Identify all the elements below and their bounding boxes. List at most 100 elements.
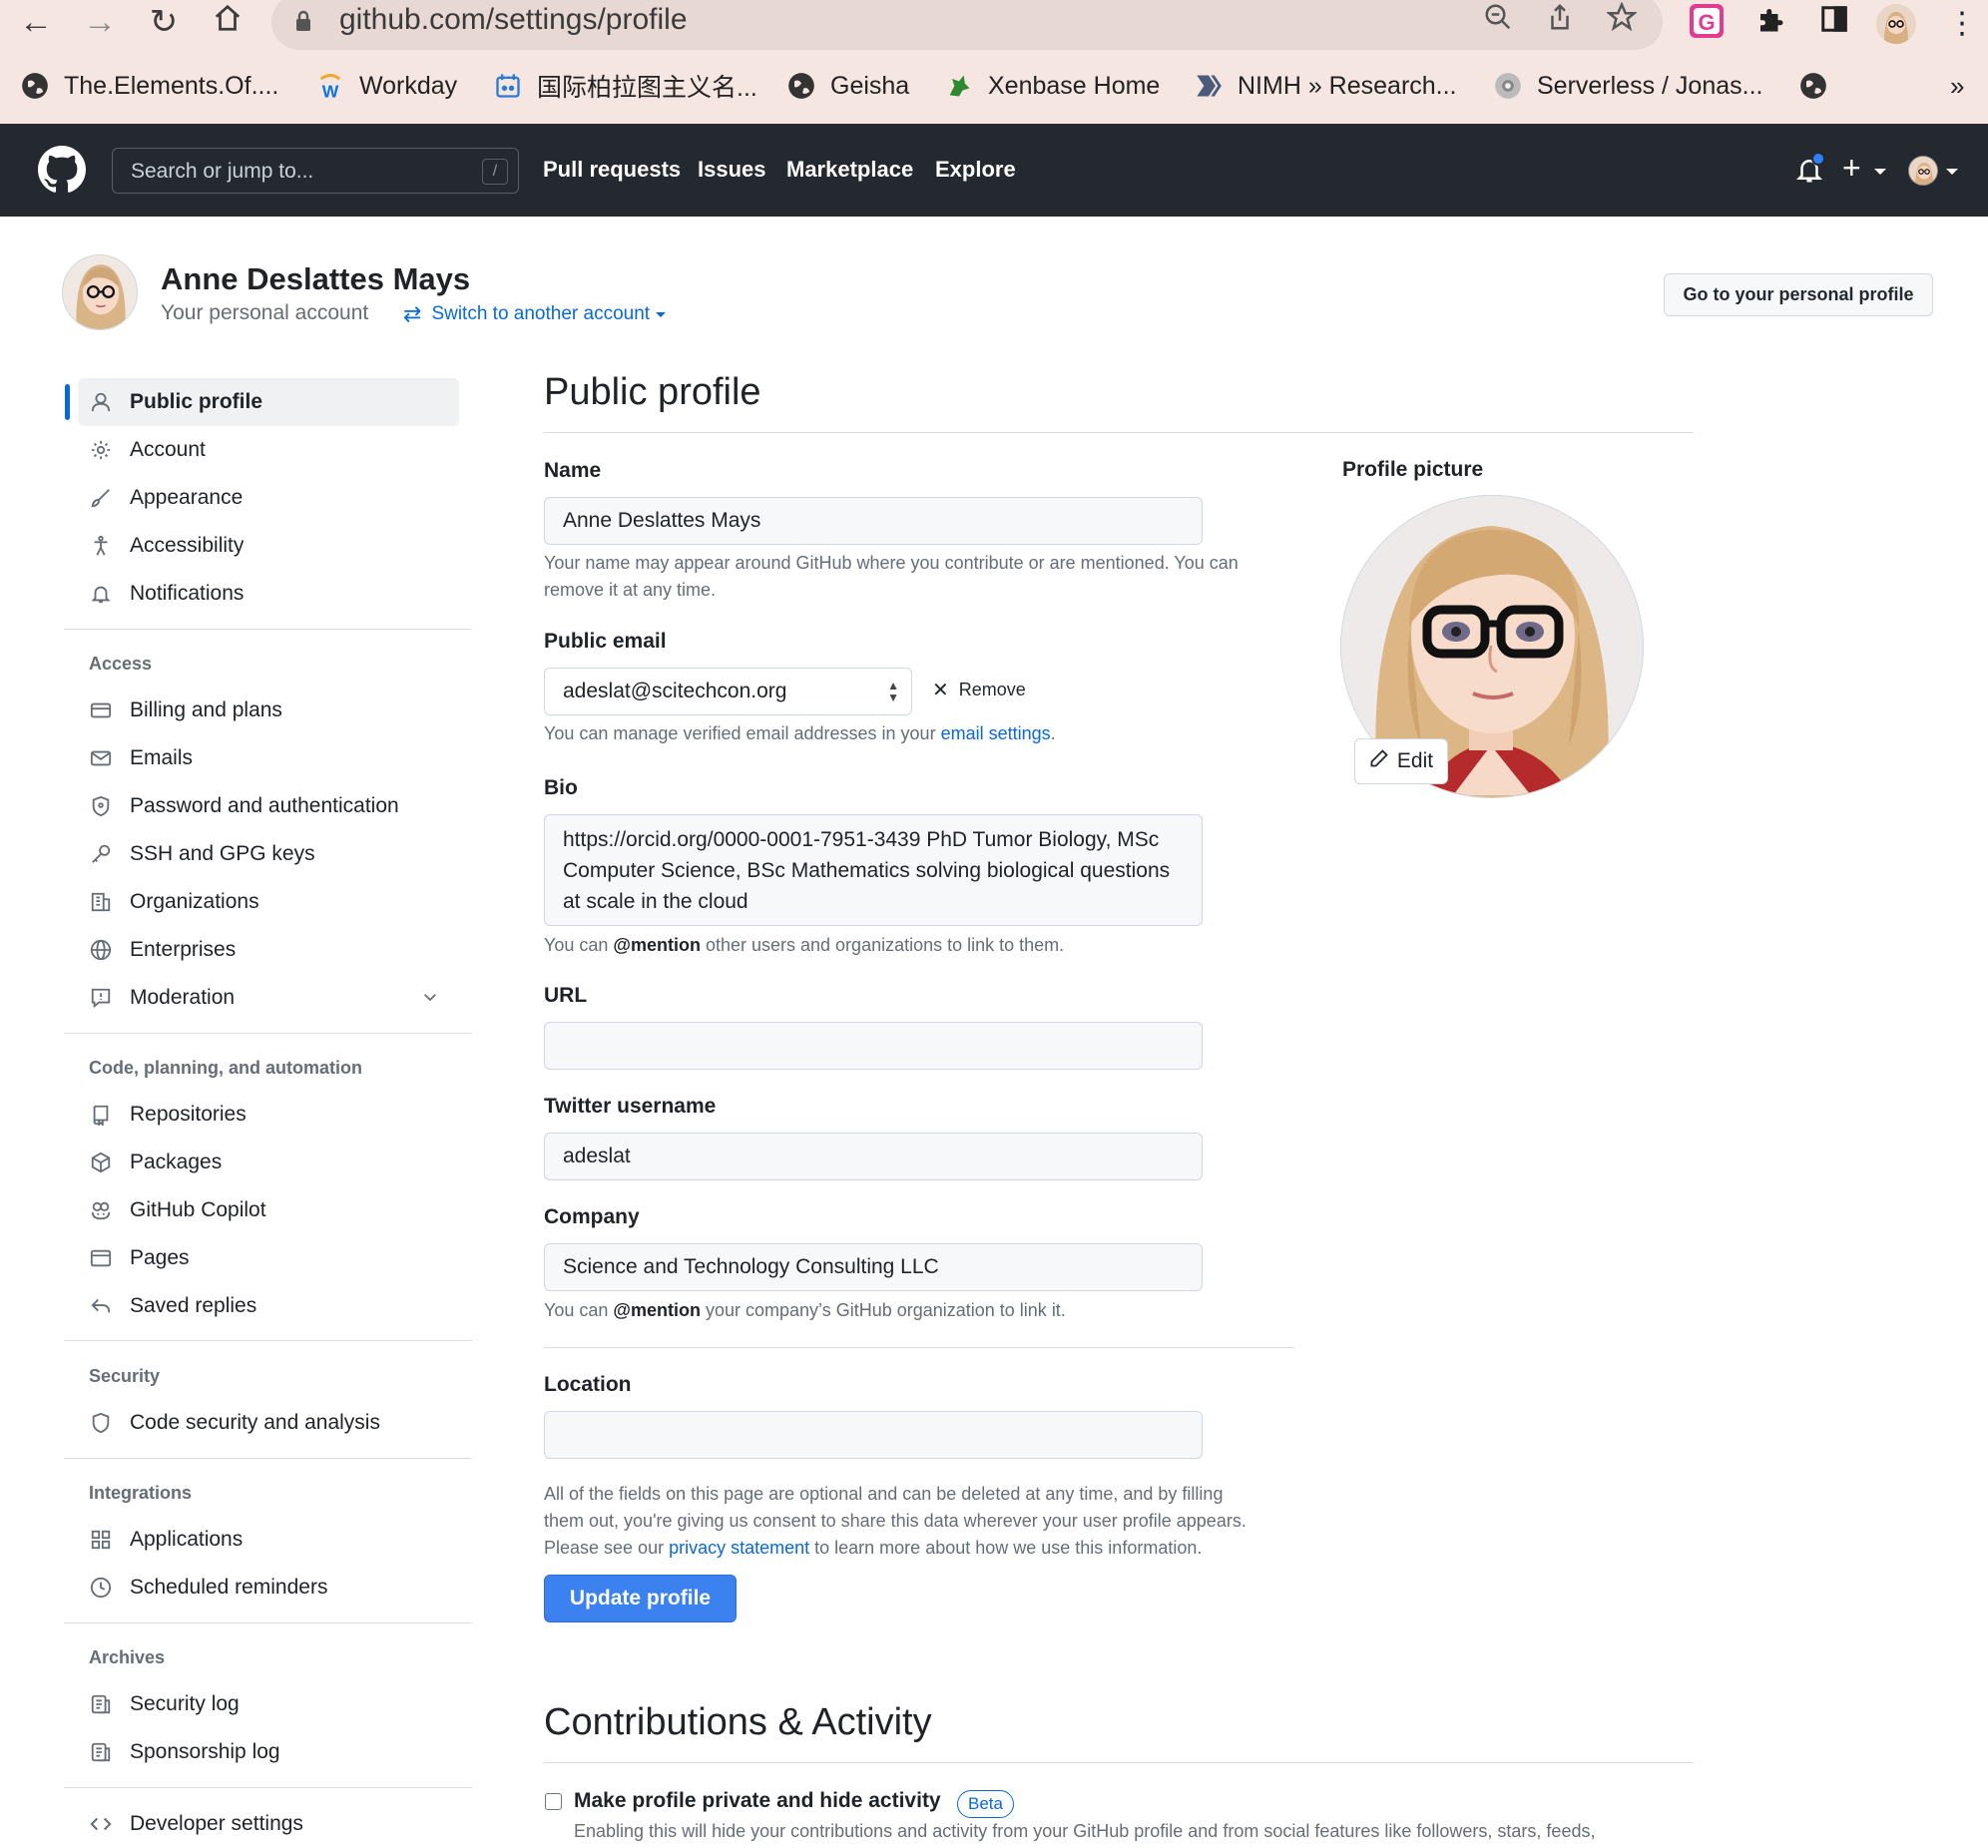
share-icon[interactable] — [1545, 2, 1575, 40]
zoom-icon[interactable] — [1483, 2, 1513, 40]
user-avatar[interactable] — [1908, 156, 1938, 186]
sidebar-item-copilot[interactable]: GitHub Copilot — [78, 1186, 459, 1234]
chevron-down-icon[interactable] — [421, 988, 439, 1012]
sidebar-item-sponsorship-log[interactable]: Sponsorship log — [78, 1728, 459, 1776]
location-label: Location — [544, 1373, 632, 1396]
bookmark-globe[interactable] — [1798, 68, 1842, 104]
sidebar-item-scheduled-reminders[interactable]: Scheduled reminders — [78, 1564, 459, 1612]
contributions-heading: Contributions & Activity — [544, 1701, 932, 1743]
sidebar-item-accessibility[interactable]: Accessibility — [78, 522, 459, 570]
home-icon[interactable] — [208, 2, 248, 42]
side-panel-icon[interactable] — [1814, 4, 1854, 44]
chevron-down-icon[interactable] — [1874, 169, 1886, 175]
section-divider — [544, 1347, 1294, 1348]
sidebar-item-password[interactable]: Password and authentication — [78, 782, 459, 830]
location-input[interactable] — [544, 1411, 1203, 1459]
sidebar-item-appearance[interactable]: Appearance — [78, 474, 459, 522]
sidebar-item-notifications[interactable]: Notifications — [78, 570, 459, 618]
sidebar-item-emails[interactable]: Emails — [78, 734, 459, 782]
public-email-select[interactable]: adeslat@scitechcon.org ▲ ▼ — [544, 668, 912, 715]
private-profile-label[interactable]: Make profile private and hide activity — [574, 1789, 941, 1813]
profile-picture-label: Profile picture — [1342, 458, 1484, 481]
search-input[interactable]: Search or jump to... / — [112, 148, 519, 194]
nav-marketplace[interactable]: Marketplace — [786, 157, 913, 183]
address-bar[interactable]: github.com/settings/profile — [271, 0, 1663, 50]
sidebar-item-security-log[interactable]: Security log — [78, 1680, 459, 1728]
chevron-down-icon[interactable] — [1946, 169, 1958, 175]
log-icon — [88, 1739, 114, 1765]
twitter-label: Twitter username — [544, 1095, 717, 1118]
notification-indicator — [1811, 152, 1825, 166]
sidebar-item-organizations[interactable]: Organizations — [78, 878, 459, 926]
extensions-puzzle-icon[interactable] — [1750, 4, 1790, 44]
switch-account-link[interactable]: ⇄ Switch to another account — [403, 301, 667, 327]
consent-text: All of the fields on this page are optio… — [544, 1484, 1246, 1558]
sidebar-heading-security: Security — [89, 1366, 161, 1386]
sidebar-item-billing[interactable]: Billing and plans — [78, 687, 459, 734]
github-logo-icon[interactable] — [38, 146, 86, 194]
star-icon[interactable] — [1605, 1, 1639, 40]
edit-profile-picture-button[interactable]: Edit — [1354, 738, 1448, 784]
nav-issues[interactable]: Issues — [698, 157, 766, 183]
sidebar-item-moderation[interactable]: Moderation — [78, 974, 459, 1022]
sidebar-item-code-security[interactable]: Code security and analysis — [78, 1399, 459, 1447]
accessibility-icon — [88, 533, 114, 559]
nav-pull-requests[interactable]: Pull requests — [543, 157, 681, 183]
update-profile-button[interactable]: Update profile — [544, 1575, 737, 1622]
sidebar-item-enterprises[interactable]: Enterprises — [78, 926, 459, 974]
bookmark-elements[interactable]: The.Elements.Of.... — [20, 68, 278, 104]
email-settings-link[interactable]: email settings — [941, 723, 1051, 743]
globe-icon — [786, 71, 816, 101]
browser-menu-icon[interactable]: ⋮ — [1942, 4, 1982, 44]
create-new-plus-icon[interactable]: + — [1842, 152, 1861, 184]
sidebar-item-account[interactable]: Account — [78, 426, 459, 474]
calendar-bookmark-icon — [493, 71, 523, 101]
sidebar-item-packages[interactable]: Packages — [78, 1139, 459, 1186]
bookmark-platonism[interactable]: 国际柏拉图主义名... — [493, 68, 757, 104]
public-email-label: Public email — [544, 630, 667, 653]
sidebar-item-applications[interactable]: Applications — [78, 1516, 459, 1564]
bookmark-workday[interactable]: W Workday — [315, 68, 457, 104]
reply-icon — [88, 1293, 114, 1319]
sidebar-item-saved-replies[interactable]: Saved replies — [78, 1282, 459, 1330]
url-input[interactable] — [544, 1022, 1203, 1070]
sidebar-item-public-profile[interactable]: Public profile — [78, 378, 459, 426]
sidebar-item-pages[interactable]: Pages — [78, 1234, 459, 1282]
bell-icon — [88, 581, 114, 607]
sidebar-item-developer-settings[interactable]: Developer settings — [78, 1800, 459, 1848]
bookmark-serverless[interactable]: Serverless / Jonas... — [1493, 68, 1762, 104]
twitter-input[interactable] — [544, 1133, 1203, 1180]
grammarly-extension-icon[interactable]: G — [1687, 4, 1727, 44]
bookmark-xenbase[interactable]: Xenbase Home — [944, 68, 1160, 104]
company-input[interactable] — [544, 1243, 1203, 1291]
back-icon[interactable]: ← — [16, 2, 56, 42]
sidebar-item-repositories[interactable]: Repositories — [78, 1091, 459, 1139]
private-profile-checkbox[interactable] — [545, 1793, 562, 1810]
sidebar-divider — [64, 1787, 472, 1788]
sidebar-item-ssh-gpg[interactable]: SSH and GPG keys — [78, 830, 459, 878]
browser-profile-avatar[interactable] — [1876, 4, 1916, 44]
paintbrush-icon — [88, 485, 114, 511]
go-to-personal-profile-button[interactable]: Go to your personal profile — [1664, 273, 1933, 316]
bookmarks-overflow[interactable]: » — [1950, 68, 1964, 104]
name-input[interactable] — [544, 497, 1203, 545]
nav-explore[interactable]: Explore — [935, 157, 1016, 183]
serverless-icon — [1493, 71, 1523, 101]
sidebar-divider — [64, 629, 472, 630]
remove-email-button[interactable]: ✕ Remove — [932, 678, 1026, 702]
title-divider — [544, 432, 1694, 433]
browser-window-icon — [88, 1245, 114, 1271]
code-icon — [88, 1811, 114, 1837]
shield-lock-icon — [88, 793, 114, 819]
sidebar-divider — [64, 1340, 472, 1341]
account-subtitle: Your personal account — [161, 301, 369, 324]
reload-icon[interactable]: ↻ — [144, 2, 184, 42]
url-text: github.com/settings/profile — [339, 3, 688, 36]
bookmark-nimh[interactable]: NIMH » Research... — [1194, 68, 1457, 104]
privacy-statement-link[interactable]: privacy statement — [669, 1538, 809, 1558]
sidebar-divider — [64, 1458, 472, 1459]
globe-icon — [20, 71, 50, 101]
forward-icon[interactable]: → — [80, 2, 120, 42]
bookmark-geisha[interactable]: Geisha — [786, 68, 909, 104]
bio-textarea[interactable]: https://orcid.org/0000-0001-7951-3439 Ph… — [544, 814, 1203, 926]
